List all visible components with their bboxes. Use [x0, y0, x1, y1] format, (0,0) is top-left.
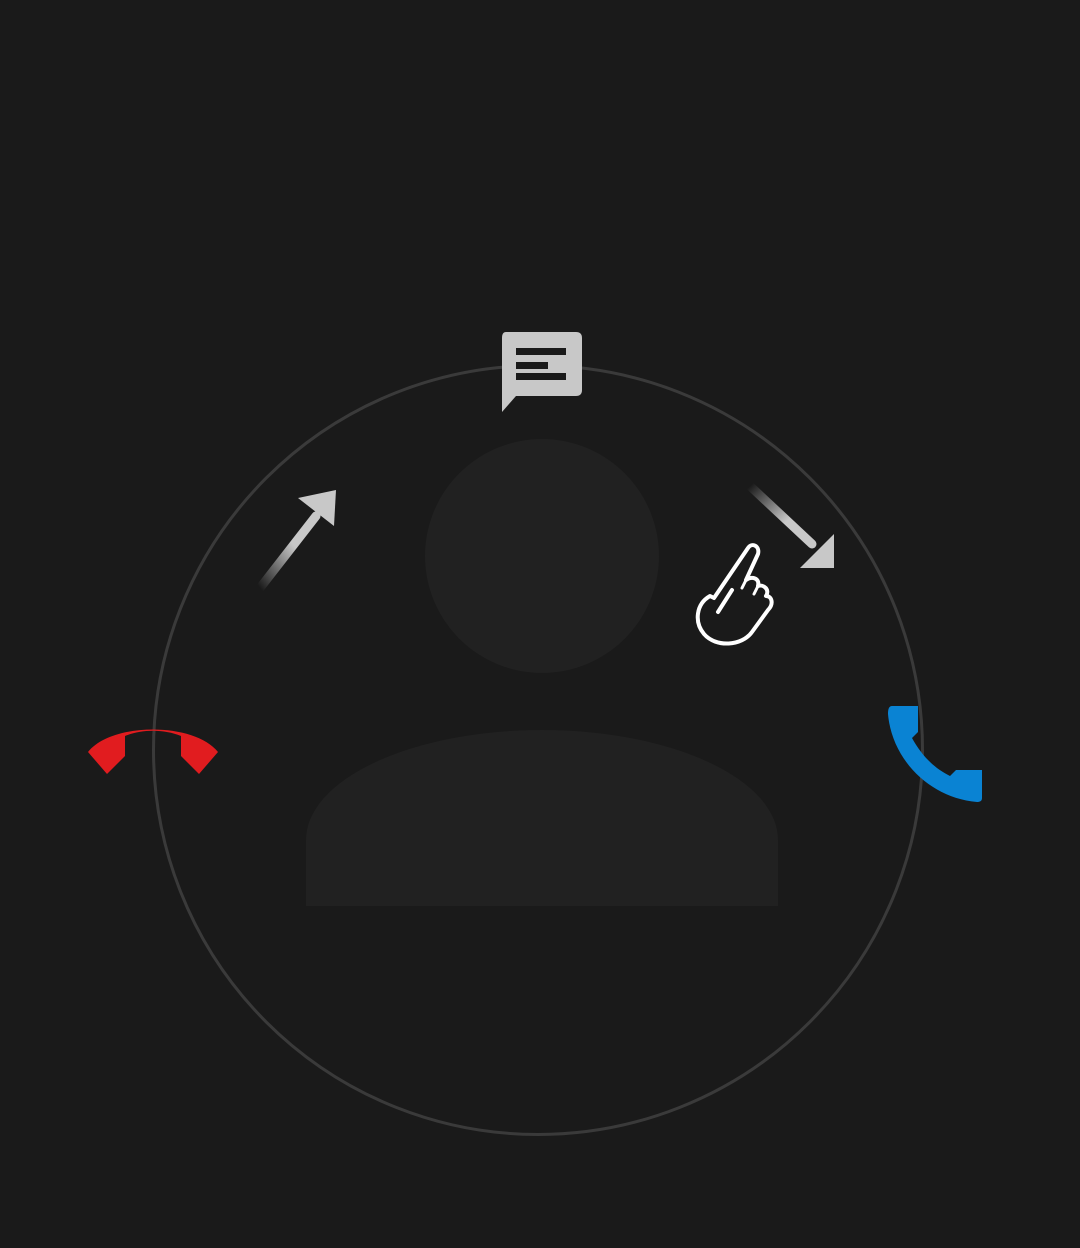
avatar-head: [425, 439, 659, 673]
decline-call-icon[interactable]: [84, 718, 222, 778]
swipe-up-left-arrow-icon: [255, 490, 336, 593]
answer-call-icon[interactable]: [884, 702, 988, 806]
incoming-call-screen: [0, 0, 1080, 1248]
pointing-hand-icon: [695, 543, 774, 646]
message-icon[interactable]: [500, 332, 584, 416]
